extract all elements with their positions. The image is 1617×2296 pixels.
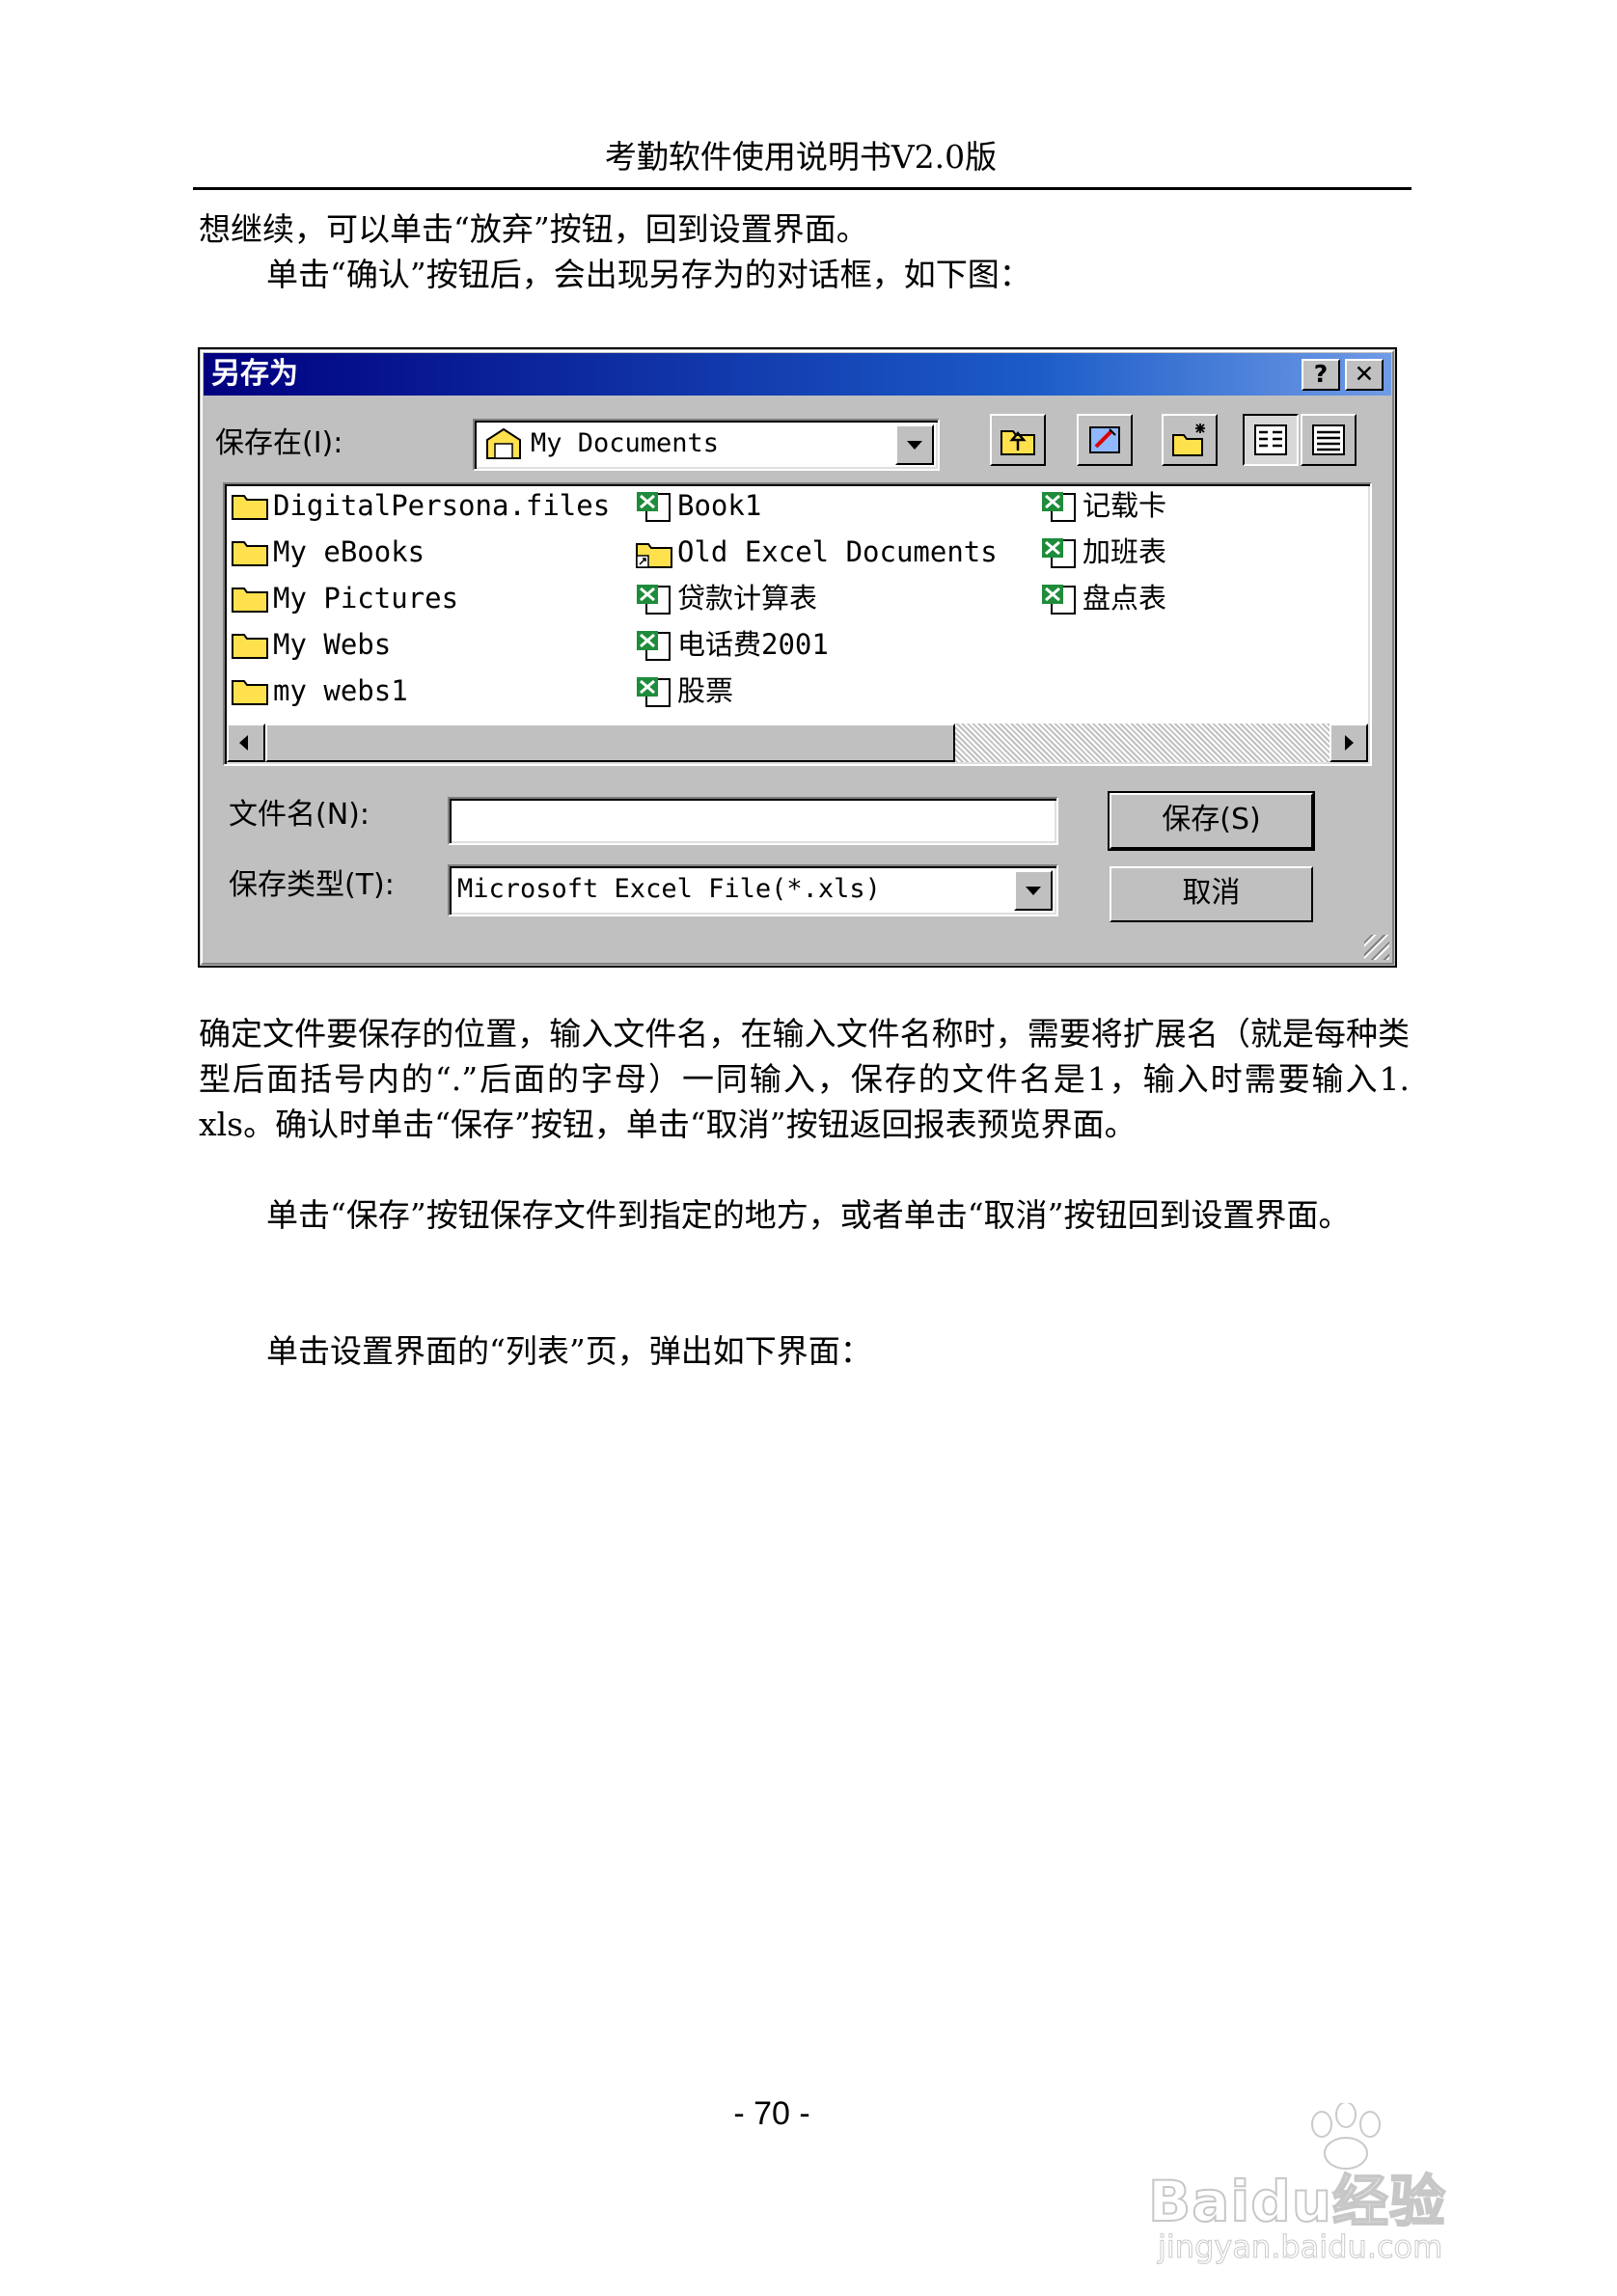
- file-name: 加班表: [1083, 535, 1167, 568]
- details-view-button[interactable]: [1301, 414, 1357, 466]
- list-item[interactable]: 记载卡: [1040, 486, 1166, 525]
- excel-file-icon: [1042, 492, 1076, 522]
- save-as-dialog: 另存为 ? ✕ 保存在(I): My Documents DigitalPers…: [198, 347, 1397, 968]
- paragraph-1: 想继续，可以单击“放弃”按钮，回到设置界面。: [199, 210, 868, 248]
- list-item[interactable]: My Webs: [231, 625, 391, 664]
- up-one-level-icon: [1000, 430, 1035, 455]
- watermark-logo-text: Baidu经验: [1147, 2168, 1447, 2235]
- paragraph-2: 单击“确认”按钮后，会出现另存为的对话框，如下图：: [266, 256, 1031, 293]
- resize-grip-icon[interactable]: [1364, 935, 1389, 960]
- list-item[interactable]: 盘点表: [1040, 579, 1166, 617]
- excel-file-icon: [637, 677, 671, 707]
- list-item[interactable]: 股票: [635, 671, 736, 710]
- header-divider: [193, 187, 1411, 190]
- filename-input[interactable]: [448, 797, 1058, 845]
- list-item[interactable]: my webs1: [231, 671, 408, 710]
- file-name: 记载卡: [1083, 489, 1167, 522]
- excel-file-icon: [637, 492, 671, 522]
- file-name: My Webs: [273, 628, 392, 661]
- chevron-down-icon[interactable]: [1014, 870, 1053, 911]
- excel-file-icon: [1042, 585, 1076, 615]
- folder-icon: [232, 541, 268, 566]
- file-name: My eBooks: [273, 535, 425, 568]
- baidu-watermark: Baidu经验 jingyan.baidu.com: [1138, 2103, 1563, 2267]
- list-item[interactable]: Old Excel Documents: [635, 533, 998, 571]
- close-button[interactable]: ✕: [1345, 359, 1384, 391]
- list-item[interactable]: 电话费2001: [635, 625, 829, 664]
- folder-icon: [232, 495, 268, 520]
- paragraph-5: 单击设置界面的“列表”页，弹出如下界面：: [266, 1332, 872, 1370]
- list-item[interactable]: DigitalPersona.files: [231, 486, 610, 525]
- excel-file-icon: [637, 585, 671, 615]
- filetype-label: 保存类型(T):: [229, 868, 395, 902]
- file-name: 股票: [677, 674, 734, 707]
- my-documents-icon: [486, 427, 521, 459]
- list-item[interactable]: 加班表: [1040, 533, 1166, 571]
- filetype-dropdown[interactable]: Microsoft Excel File(*.xls): [448, 864, 1058, 916]
- filetype-value: Microsoft Excel File(*.xls): [457, 874, 881, 904]
- file-name: Book1: [677, 489, 762, 522]
- up-one-level-button[interactable]: [990, 414, 1046, 466]
- paragraph-4: 单击“保存”按钮保存文件到指定的地方，或者单击“取消”按钮回到设置界面。: [266, 1196, 1351, 1234]
- folder-icon: [232, 634, 268, 659]
- excel-file-icon: [1042, 538, 1076, 568]
- save-in-dropdown[interactable]: My Documents: [473, 419, 940, 471]
- list-item[interactable]: 贷款计算表: [635, 579, 817, 617]
- desktop-button[interactable]: [1077, 414, 1133, 466]
- shortcut-folder-icon: [636, 543, 672, 568]
- scrollbar-thumb[interactable]: [265, 724, 955, 762]
- paragraph-3: 确定文件要保存的位置，输入文件名，在输入文件名称时，需要将扩展名（就是每种类型后…: [199, 1015, 1410, 1143]
- list-item[interactable]: My eBooks: [231, 533, 425, 571]
- scroll-right-icon[interactable]: [1329, 724, 1368, 762]
- help-button[interactable]: ?: [1302, 359, 1340, 391]
- file-name: My Pictures: [273, 582, 459, 615]
- horizontal-scrollbar[interactable]: [227, 724, 1368, 762]
- save-button[interactable]: 保存(S): [1108, 791, 1315, 851]
- dialog-titlebar[interactable]: 另存为 ? ✕: [204, 353, 1391, 396]
- scroll-left-icon[interactable]: [227, 724, 265, 762]
- document-header-title: 考勤软件使用说明书V2.0版: [604, 138, 998, 176]
- details-view-icon: [1312, 424, 1345, 455]
- filename-label: 文件名(N):: [229, 798, 370, 832]
- desktop-icon: [1089, 426, 1120, 453]
- folder-icon: [232, 680, 268, 705]
- list-view-icon: [1254, 424, 1287, 455]
- file-name: DigitalPersona.files: [273, 489, 611, 522]
- dialog-title: 另存为: [211, 357, 298, 391]
- cancel-button[interactable]: 取消: [1110, 866, 1313, 922]
- list-item[interactable]: My Pictures: [231, 579, 458, 617]
- watermark-site: jingyan.baidu.com: [1157, 2228, 1443, 2266]
- file-name: 电话费2001: [677, 628, 829, 661]
- chevron-down-icon[interactable]: [895, 424, 934, 465]
- folder-icon: [232, 588, 268, 613]
- save-in-value: My Documents: [531, 428, 720, 458]
- list-item[interactable]: Book1: [635, 486, 761, 525]
- file-name: my webs1: [273, 674, 408, 707]
- file-name: 贷款计算表: [677, 582, 818, 615]
- list-view-button[interactable]: [1243, 414, 1299, 466]
- file-list[interactable]: DigitalPersona.files My eBooks My Pictur…: [223, 482, 1372, 766]
- file-name: Old Excel Documents: [677, 535, 998, 568]
- new-folder-icon: [1172, 424, 1205, 456]
- excel-file-icon: [637, 631, 671, 661]
- new-folder-button[interactable]: [1162, 414, 1218, 466]
- save-in-label: 保存在(I):: [215, 426, 343, 460]
- file-name: 盘点表: [1083, 582, 1167, 615]
